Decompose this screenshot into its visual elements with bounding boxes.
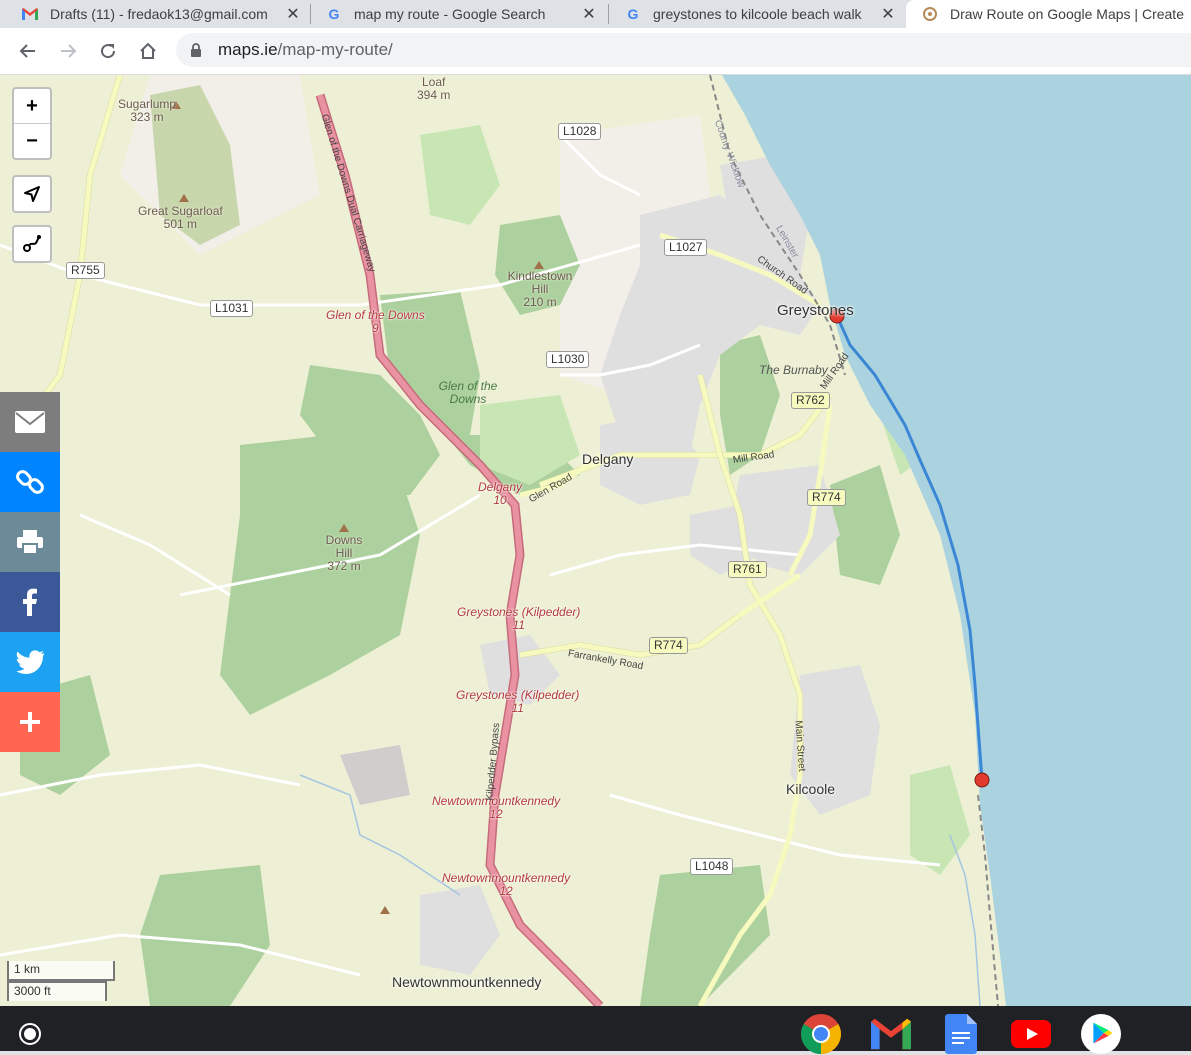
junction-label: Greystones (Kilpedder) 11 <box>456 688 580 715</box>
tab-title: greystones to kilcoole beach walk <box>653 6 862 22</box>
back-arrow-icon <box>19 44 35 58</box>
junction-label: Greystones (Kilpedder) 11 <box>457 605 581 632</box>
road-ref-r762: R762 <box>791 392 830 409</box>
forward-button[interactable] <box>52 35 84 67</box>
junction-label: Glen of the Downs 9 <box>326 308 425 335</box>
road-ref-l1027: L1027 <box>664 239 708 256</box>
scale-imperial: 3000 ft <box>7 981 107 1001</box>
hill-label: Sugarlump 323 m <box>118 97 177 124</box>
town-label-newtownmountkennedy: Newtownmountkennedy <box>392 974 542 990</box>
town-label-kilcoole: Kilcoole <box>786 781 836 797</box>
browser-toolbar: maps.ie/map-my-route/ <box>0 28 1191 75</box>
docs-icon <box>945 1014 977 1054</box>
hill-label: Great Sugarloaf 501 m <box>138 204 223 231</box>
tab-gmail[interactable]: Drafts (11) - fredaok13@gmail.com ✕ <box>22 0 302 28</box>
zoom-out-button[interactable]: − <box>14 123 50 158</box>
reload-icon <box>101 44 116 59</box>
chrome-icon <box>801 1014 841 1054</box>
locate-control <box>12 175 52 213</box>
back-button[interactable] <box>12 35 44 67</box>
home-icon <box>140 42 156 59</box>
tab-title: Drafts (11) - fredaok13@gmail.com <box>50 6 268 22</box>
road-ref-r774: R774 <box>649 637 688 654</box>
url-host: maps.ie <box>218 40 278 59</box>
junction-label: Newtownmountkennedy 12 <box>432 794 561 821</box>
locate-button[interactable] <box>14 177 50 211</box>
road-ref-l1028: L1028 <box>558 123 602 140</box>
share-twitter-button[interactable] <box>0 632 60 692</box>
share-facebook-button[interactable] <box>0 572 60 632</box>
hill-label: Kindlestown Hill 210 m <box>507 269 573 309</box>
lock-icon <box>190 42 206 58</box>
hill-label: Loaf 394 m <box>417 75 451 102</box>
zoom-in-button[interactable]: + <box>14 89 50 123</box>
tab-greystones-search[interactable]: G greystones to kilcoole beach walk ✕ <box>625 0 897 28</box>
tab-google-search[interactable]: G map my route - Google Search ✕ <box>326 0 598 28</box>
google-icon: G <box>328 6 340 22</box>
facebook-icon <box>23 588 37 616</box>
town-label-delgany: Delgany <box>582 451 634 467</box>
shelf-app-chrome[interactable] <box>801 1014 841 1054</box>
tab-title: map my route - Google Search <box>354 6 546 22</box>
launcher-icon <box>19 1023 41 1045</box>
road-ref-r761: R761 <box>728 561 767 578</box>
tab-title: Draw Route on Google Maps | Create <box>950 6 1184 22</box>
draw-route-control <box>12 225 52 263</box>
zoom-control: + − <box>12 87 52 160</box>
scale-metric: 1 km <box>7 961 115 981</box>
close-icon[interactable]: ✕ <box>879 4 897 24</box>
url-path: /map-my-route/ <box>277 40 393 59</box>
maps-ie-icon <box>922 6 938 22</box>
gmail-icon <box>871 1018 911 1050</box>
shelf-app-gmail[interactable] <box>871 1014 911 1054</box>
wood-label: Glen of the Downs <box>438 379 498 406</box>
road-ref-l1031: L1031 <box>210 300 254 317</box>
route-end-marker <box>974 772 990 788</box>
road-ref-l1048: L1048 <box>690 858 734 875</box>
gmail-icon <box>22 6 38 22</box>
road-ref-r774: R774 <box>807 489 846 506</box>
share-more-button[interactable] <box>0 692 60 752</box>
tab-draw-route[interactable]: Draw Route on Google Maps | Create <box>906 0 1191 28</box>
road-ref-r755: R755 <box>66 262 105 279</box>
email-icon <box>15 411 45 433</box>
suburb-label-the-burnaby: The Burnaby <box>759 363 828 377</box>
road-ref-l1030: L1030 <box>546 351 590 368</box>
junction-label: Delgany 10 <box>478 480 523 507</box>
shelf-app-docs[interactable] <box>941 1014 981 1054</box>
hill-label: Downs Hill 372 m <box>325 533 363 573</box>
map-view[interactable]: Sugarlump 323 m Great Sugarloaf 501 m Kind… <box>0 75 1191 1006</box>
tab-separator <box>608 4 609 24</box>
close-icon[interactable]: ✕ <box>580 4 598 24</box>
share-print-button[interactable] <box>0 512 60 572</box>
share-email-button[interactable] <box>0 392 60 452</box>
launcher-button[interactable] <box>10 1014 50 1054</box>
plus-icon <box>20 712 40 732</box>
print-icon <box>17 530 43 554</box>
google-icon: G <box>627 6 639 22</box>
junction-label: Newtownmountkennedy 12 <box>442 871 571 898</box>
address-bar[interactable]: maps.ie/map-my-route/ <box>176 33 1191 67</box>
play-store-icon <box>1081 1014 1121 1054</box>
town-label-greystones: Greystones <box>777 302 854 319</box>
shelf-app-youtube[interactable] <box>1011 1014 1051 1054</box>
route-draw-icon <box>23 235 41 252</box>
share-link-button[interactable] <box>0 452 60 512</box>
close-icon[interactable]: ✕ <box>284 4 302 24</box>
youtube-icon <box>1011 1020 1051 1048</box>
navigation-arrow-icon <box>24 186 40 202</box>
draw-route-button[interactable] <box>14 227 50 261</box>
reload-button[interactable] <box>92 35 124 67</box>
link-icon <box>16 470 44 494</box>
forward-arrow-icon <box>61 44 77 58</box>
shelf-app-play-store[interactable] <box>1081 1014 1121 1054</box>
twitter-icon <box>16 650 44 674</box>
home-button[interactable] <box>132 35 164 67</box>
tab-separator <box>310 4 311 24</box>
tab-strip: Drafts (11) - fredaok13@gmail.com ✕ G ma… <box>0 0 1191 28</box>
os-shelf <box>0 1006 1191 1054</box>
